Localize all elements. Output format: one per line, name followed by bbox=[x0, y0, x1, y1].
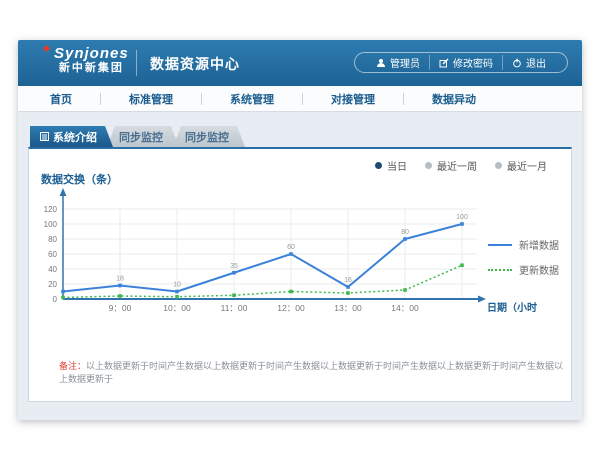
main-nav: 首页 标准管理 系统管理 对接管理 数据异动 bbox=[18, 86, 582, 112]
company-logo: Synjones 新中新集团 bbox=[54, 45, 129, 75]
tab-system-intro[interactable]: 系统介绍 bbox=[30, 126, 113, 147]
svg-text:日期（小时）: 日期（小时） bbox=[487, 301, 537, 314]
tab-label: 系统介绍 bbox=[53, 129, 97, 145]
svg-text:20: 20 bbox=[48, 280, 57, 289]
range-option-label: 最近一周 bbox=[437, 158, 477, 173]
svg-text:16: 16 bbox=[344, 277, 352, 284]
nav-separator bbox=[100, 93, 101, 105]
current-user-button[interactable]: 管理员 bbox=[367, 55, 429, 70]
svg-text:0: 0 bbox=[53, 295, 58, 304]
solid-line-icon bbox=[488, 244, 512, 246]
svg-text:80: 80 bbox=[48, 235, 57, 244]
chart-panel: 当日 最近一周 最近一月 数据交换（条） 0 20 40 60 80 100 120 9：00… bbox=[28, 147, 572, 402]
svg-text:60: 60 bbox=[48, 250, 57, 259]
svg-text:12：00: 12：00 bbox=[277, 303, 305, 313]
nav-separator bbox=[201, 93, 202, 105]
svg-text:9：00: 9：00 bbox=[109, 303, 132, 313]
range-option-label: 当日 bbox=[387, 158, 407, 173]
logo-text-cn: 新中新集团 bbox=[54, 62, 129, 75]
svg-text:120: 120 bbox=[44, 205, 58, 214]
line-chart-container: 0 20 40 60 80 100 120 9：00 10：00 11：00 12：00 13：00 1… bbox=[37, 187, 537, 319]
svg-text:100: 100 bbox=[44, 220, 58, 229]
footnote: 备注：以上数据更新于时间产生数据以上数据更新于时间产生数据以上数据更新于时间产生… bbox=[59, 359, 571, 385]
range-option-last-week[interactable]: 最近一周 bbox=[425, 158, 477, 173]
nav-item-standard-mgmt[interactable]: 标准管理 bbox=[123, 91, 179, 107]
date-range-radio-group: 当日 最近一周 最近一月 bbox=[375, 158, 547, 173]
app-window: Synjones 新中新集团 数据资源中心 管理员 修改密码 bbox=[18, 40, 582, 420]
tab-label: 同步监控 bbox=[119, 129, 163, 145]
y-axis-title: 数据交换（条） bbox=[41, 171, 118, 187]
radio-icon bbox=[375, 162, 382, 169]
tab-sync-monitor-1[interactable]: 同步监控 bbox=[107, 126, 179, 147]
range-option-last-month[interactable]: 最近一月 bbox=[495, 158, 547, 173]
svg-text:80: 80 bbox=[401, 229, 409, 236]
tab-label: 同步监控 bbox=[185, 129, 229, 145]
svg-text:35: 35 bbox=[230, 263, 238, 270]
svg-text:100: 100 bbox=[456, 214, 468, 221]
nav-item-system-mgmt[interactable]: 系统管理 bbox=[224, 91, 280, 107]
top-header: Synjones 新中新集团 数据资源中心 管理员 修改密码 bbox=[18, 40, 582, 86]
nav-item-interface-mgmt[interactable]: 对接管理 bbox=[325, 91, 381, 107]
range-option-today[interactable]: 当日 bbox=[375, 158, 407, 173]
svg-text:40: 40 bbox=[48, 265, 57, 274]
svg-text:10: 10 bbox=[173, 282, 181, 289]
legend-label: 新增数据 bbox=[519, 237, 559, 252]
nav-item-data-change[interactable]: 数据异动 bbox=[426, 91, 482, 107]
svg-text:10：00: 10：00 bbox=[163, 303, 191, 313]
document-icon bbox=[40, 132, 49, 141]
logout-label: 退出 bbox=[526, 55, 546, 70]
svg-text:60: 60 bbox=[287, 244, 295, 251]
radio-icon bbox=[495, 162, 502, 169]
change-password-label: 修改密码 bbox=[453, 55, 493, 70]
header-divider bbox=[136, 50, 137, 76]
line-chart: 0 20 40 60 80 100 120 9：00 10：00 11：00 12：00 13：00 1… bbox=[37, 187, 537, 319]
page-title: 数据资源中心 bbox=[150, 54, 240, 74]
svg-text:18: 18 bbox=[116, 276, 124, 283]
nav-item-home[interactable]: 首页 bbox=[44, 91, 78, 107]
edit-icon bbox=[439, 58, 449, 68]
user-actions-pill: 管理员 修改密码 退出 bbox=[354, 52, 568, 73]
svg-text:13：00: 13：00 bbox=[334, 303, 362, 313]
legend-item-new-data: 新增数据 bbox=[488, 237, 559, 252]
user-icon bbox=[376, 58, 386, 68]
nav-separator bbox=[302, 93, 303, 105]
radio-icon bbox=[425, 162, 432, 169]
logo-text-en: Synjones bbox=[54, 45, 129, 62]
chart-legend: 新增数据 更新数据 bbox=[488, 237, 559, 277]
footnote-text: 以上数据更新于时间产生数据以上数据更新于时间产生数据以上数据更新于时间产生数据以… bbox=[59, 361, 563, 384]
current-user-label: 管理员 bbox=[390, 55, 420, 70]
nav-separator bbox=[403, 93, 404, 105]
legend-label: 更新数据 bbox=[519, 262, 559, 277]
change-password-button[interactable]: 修改密码 bbox=[429, 55, 502, 70]
svg-text:14：00: 14：00 bbox=[391, 303, 419, 313]
svg-text:11：00: 11：00 bbox=[221, 303, 248, 313]
legend-item-updated-data: 更新数据 bbox=[488, 262, 559, 277]
tab-bar: 系统介绍 同步监控 同步监控 bbox=[30, 126, 239, 147]
dotted-line-icon bbox=[488, 269, 512, 271]
power-icon bbox=[512, 58, 522, 68]
logout-button[interactable]: 退出 bbox=[502, 55, 555, 70]
tab-sync-monitor-2[interactable]: 同步监控 bbox=[173, 126, 245, 147]
footnote-prefix: 备注： bbox=[59, 361, 86, 371]
logo-accent-icon bbox=[43, 45, 50, 52]
range-option-label: 最近一月 bbox=[507, 158, 547, 173]
content-area: 系统介绍 同步监控 同步监控 当日 最近一周 bbox=[18, 112, 582, 419]
